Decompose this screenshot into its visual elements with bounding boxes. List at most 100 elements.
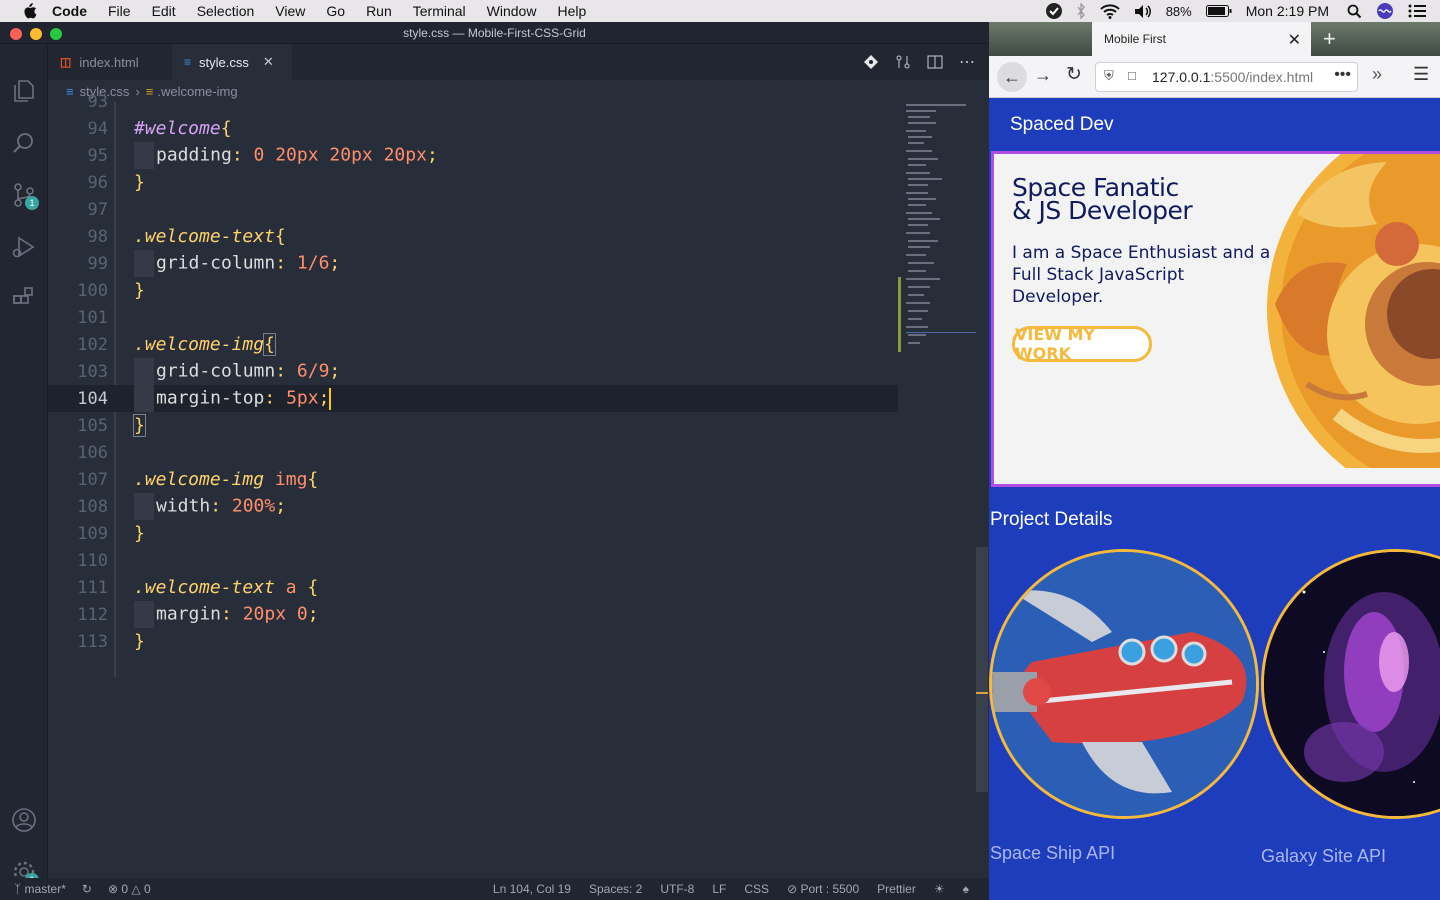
css-value: 0 20px 20px 20px [253,144,427,166]
view-my-work-button[interactable]: VIEW MY WORK [1012,325,1152,363]
run-debug-icon[interactable] [11,234,37,260]
battery-icon[interactable] [1205,5,1232,17]
spotlight-icon[interactable] [1347,4,1362,19]
css-property: margin-top [156,387,265,409]
zoom-window-button[interactable] [50,28,62,40]
close-tab-icon[interactable]: ✕ [263,54,274,70]
language-mode[interactable]: CSS [744,882,769,896]
problems-status[interactable]: ⊗ 0 △ 0 [108,882,151,896]
source-control-badge: 1 [25,196,39,210]
encoding[interactable]: UTF-8 [660,882,694,896]
project-label[interactable]: Galaxy Site API [1261,846,1386,867]
page-actions-icon[interactable]: ••• [1334,66,1351,84]
new-tab-button[interactable]: + [1323,26,1336,52]
reload-button[interactable]: ↻ [1066,63,1082,86]
scrollbar-thumb[interactable] [976,547,988,792]
editor-scrollbar[interactable] [976,102,988,878]
end-of-line[interactable]: LF [712,882,726,896]
hero-title: Space Fanatic & JS Developer [1012,175,1193,223]
hamburger-menu-icon[interactable]: ☰ [1413,64,1429,85]
line-number: 101 [77,307,108,328]
brace: { [263,333,276,356]
brace: } [134,523,145,544]
account-icon[interactable] [11,807,37,833]
menu-selection[interactable]: Selection [197,3,255,19]
bluetooth-icon[interactable] [1076,3,1086,19]
git-branch-icon: ᛉ [14,882,25,896]
project-label[interactable]: Space Ship API [990,843,1115,864]
git-graph-icon[interactable] [863,54,879,70]
line-number: 108 [77,496,108,517]
prettier-status[interactable]: Prettier [877,882,916,896]
split-editor-icon[interactable] [927,54,943,70]
search-icon[interactable] [11,130,37,156]
project-card-galaxy[interactable] [1261,549,1440,819]
tab-index-html[interactable]: ◫ index.html [48,44,172,80]
brace: { [307,469,319,490]
url-bar[interactable]: ⛨ □ 127.0.0.1:5500/index.html ••• [1095,62,1358,92]
line-number: 112 [77,604,108,625]
apple-icon[interactable] [20,3,38,19]
welcome-section: Space Fanatic & JS Developer I am a Space… [991,151,1440,487]
wifi-icon[interactable] [1100,3,1120,19]
tab-label: style.css [199,54,249,70]
css-value: 5px [286,387,319,409]
menu-edit[interactable]: Edit [152,3,176,19]
line-number: 107 [77,469,108,490]
menu-file[interactable]: File [108,3,131,19]
page-icon: □ [1128,68,1136,83]
planet-image [1267,154,1440,468]
explorer-icon[interactable] [11,78,37,104]
extensions-icon[interactable] [11,286,37,312]
html-file-icon: ◫ [60,55,72,69]
tick-icon[interactable] [1045,3,1062,19]
browser-tab[interactable]: Mobile First ✕ [1092,22,1311,56]
bell-icon[interactable]: ♠ [963,882,969,896]
menu-window[interactable]: Window [487,3,537,19]
overflow-chevron-icon[interactable]: » [1372,64,1382,85]
code-line: 112 margin: 20px 0; [48,601,898,628]
close-tab-icon[interactable]: ✕ [1288,30,1301,50]
close-window-button[interactable] [10,28,22,40]
menu-code[interactable]: Code [52,3,87,19]
project-card-spaceship[interactable] [989,549,1259,819]
forward-button[interactable]: → [1034,65,1052,86]
site-logo[interactable]: Spaced Dev [1010,114,1114,136]
code-line: 105} [48,412,898,439]
minimize-window-button[interactable] [30,28,42,40]
indentation[interactable]: Spaces: 2 [589,882,642,896]
shield-icon[interactable]: ⛨ [1104,68,1114,84]
error-count: 0 [121,882,129,896]
menu-terminal[interactable]: Terminal [413,3,466,19]
siri-icon[interactable] [1376,2,1394,20]
feedback-icon[interactable]: ☀ [934,882,945,896]
live-server-status[interactable]: ⊘ Port : 5500 [787,882,859,896]
back-button[interactable]: ← [997,62,1027,92]
css-value: 200% [231,495,276,517]
code-line: 106 [48,439,898,466]
css-value: 20px 0 [242,603,308,625]
battery-percent: 88% [1165,3,1192,19]
code-editor[interactable]: 93 94 #welcome{ 95 padding: 0 20px 20px 20… [48,92,898,878]
compare-changes-icon[interactable] [895,54,911,70]
menu-run[interactable]: Run [366,3,392,19]
code-line: 110 [48,547,898,574]
volume-icon[interactable] [1134,4,1152,19]
cursor-position[interactable]: Ln 104, Col 19 [493,882,571,896]
branch-status[interactable]: ᛉ master* [14,882,66,896]
line-number: 104 [77,388,108,409]
tab-style-css[interactable]: ≡ style.css ✕ [172,44,292,80]
css-selector: #welcome [134,118,221,139]
line-number: 96 [87,172,108,193]
minimap[interactable] [898,102,976,362]
css-selector: .welcome-img [134,469,265,490]
menu-view[interactable]: View [275,3,305,19]
menu-help[interactable]: Help [557,3,586,19]
notification-center-icon[interactable] [1408,4,1426,18]
line-number: 100 [77,280,108,301]
menu-go[interactable]: Go [326,3,345,19]
sync-icon[interactable]: ↻ [82,882,92,896]
clock[interactable]: Mon 2:19 PM [1246,3,1329,19]
code-line: 99 grid-column: 1/6; [48,250,898,277]
more-actions-icon[interactable]: ⋯ [959,52,975,72]
